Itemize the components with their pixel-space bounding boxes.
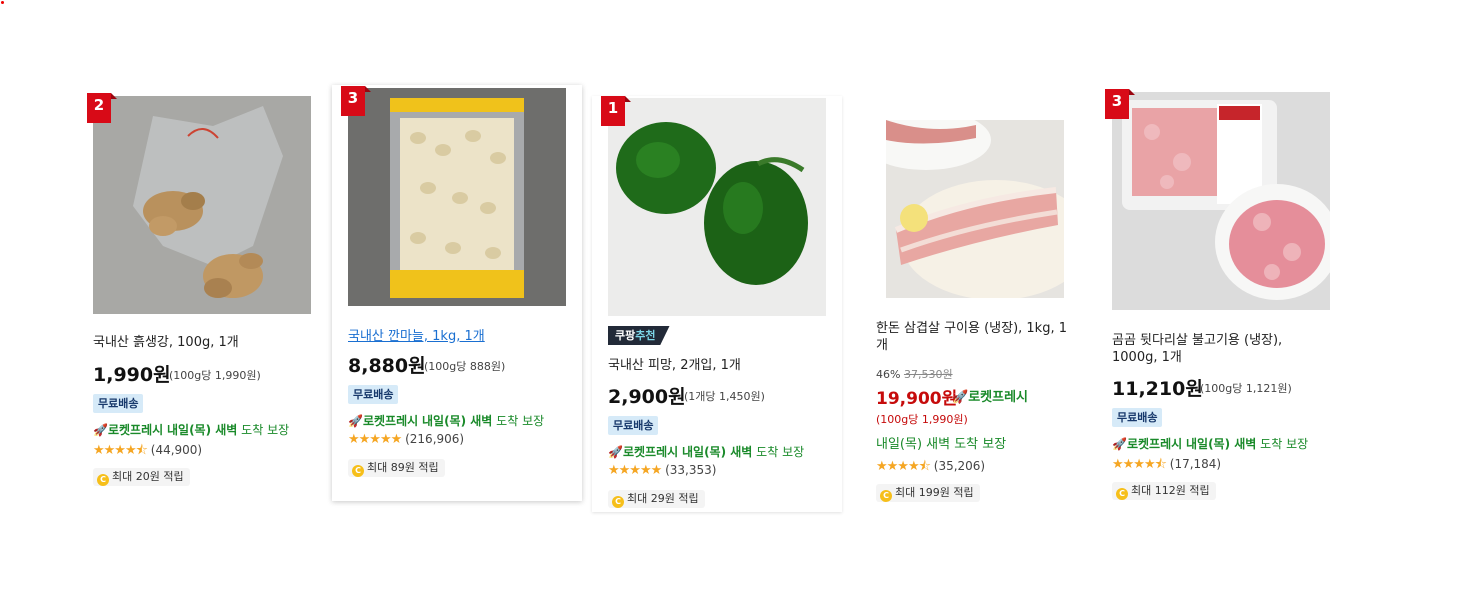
corner-dot [1,1,4,4]
unit-price: (100g당 1,121원) [1200,382,1292,395]
rocket-delivery: 🚀로켓프레시 내일(목) 새벽 도착 보장 [608,445,805,459]
recommend-badge: 쿠팡추천 [608,326,670,345]
rank-badge: 2 [87,93,117,123]
product-card-pork-belly[interactable]: 한돈 삼겹살 구이용 (냉장), 1kg, 1개 46% 37,530원 19,… [868,100,1088,510]
review-count: (44,900) [150,443,203,457]
product-image[interactable] [1112,92,1330,310]
product-name[interactable]: 곰곰 뒷다리살 불고기용 (냉장), 1000g, 1개 [1112,332,1322,366]
product-card-pepper[interactable]: 1 쿠팡추천 국내산 피망, 2개입, 1개 2,900원 (1개당 1,450… [592,96,842,512]
pepper-image [608,98,826,316]
product-price: 8,880원 [348,355,426,377]
product-name[interactable]: 국내산 피망, 2개입, 1개 [608,357,828,374]
rocket-delivery: 🚀로켓프레시 내일(목) 새벽 도착 보장 [348,414,545,428]
pork-leg-image [1112,92,1330,310]
rank-badge: 3 [341,86,371,116]
rating: ★★★★★ (216,906) [348,432,464,447]
free-shipping-badge: 무료배송 [608,416,659,435]
coin-icon: C [97,474,109,486]
unit-price: (100g당 1,990원) [169,369,261,382]
product-price: 19,900원 [876,389,958,409]
coin-icon: C [612,496,624,508]
rocket-icon: 🚀 [952,390,969,405]
review-count: (35,206) [933,459,986,473]
reward-badge: C 최대 89원 적립 [348,459,445,477]
product-image[interactable] [93,96,311,314]
star-icon: ★★★★⯪ [93,443,148,458]
product-name[interactable]: 한돈 삼겹살 구이용 (냉장), 1kg, 1개 [876,320,1078,354]
free-shipping-badge: 무료배송 [93,394,144,413]
delivery-guarantee: 내일(목) 새벽 도착 보장 [876,437,1007,452]
product-price: 11,210원 [1112,378,1203,400]
product-image[interactable] [608,98,826,316]
rocket-delivery: 🚀로켓프레시 내일(목) 새벽 도착 보장 [93,423,290,437]
product-card-garlic[interactable]: 3 국내산 깐마늘, 1kg, 1개 8,880원 (100g당 888원) 무… [332,85,582,501]
unit-price: (1개당 1,450원) [684,390,765,403]
star-icon: ★★★★⯪ [876,459,931,474]
ginger-image [93,96,311,314]
rank-badge: 1 [601,96,631,126]
rating: ★★★★⯪ (17,184) [1112,455,1221,477]
rocket-icon: 🚀 [93,423,108,437]
product-price: 1,990원 [93,364,171,386]
unit-price: (100g당 888원) [424,360,506,373]
review-count: (216,906) [405,432,465,446]
star-icon: ★★★★★ [608,463,662,478]
reward-badge: C 최대 20원 적립 [93,468,190,486]
original-price: 37,530원 [903,368,953,381]
review-count: (33,353) [665,463,717,477]
discount-rate: 46% 37,530원 [876,368,953,381]
garlic-image [348,88,566,306]
star-icon: ★★★★⯪ [1112,457,1167,472]
coin-icon: C [1116,488,1128,500]
product-image[interactable] [348,88,566,306]
rating: ★★★★⯪ (35,206) [876,457,985,479]
product-card-ginger[interactable]: 2 국내산 흙생강, 100g, 1개 1,990원 (100g당 1,990원… [80,88,320,498]
product-card-pork-leg[interactable]: 3 곰곰 뒷다리살 불고기용 (냉장), 1000g, 1개 11,210원 (… [1100,88,1340,508]
reward-badge: C 최대 112원 적립 [1112,482,1216,500]
star-icon: ★★★★★ [348,432,402,447]
rating: ★★★★⯪ (44,900) [93,441,202,463]
free-shipping-badge: 무료배송 [1112,408,1163,427]
reward-badge: C 최대 29원 적립 [608,490,705,508]
product-name[interactable]: 국내산 흙생강, 100g, 1개 [93,334,313,351]
product-price: 2,900원 [608,386,686,408]
product-image[interactable] [886,120,1064,298]
rocket-icon: 🚀 [1112,437,1127,451]
free-shipping-badge: 무료배송 [348,385,399,404]
rocket-icon: 🚀 [348,414,363,428]
rank-badge: 3 [1105,89,1135,119]
rocket-delivery: 🚀로켓프레시 [952,390,1028,405]
product-name[interactable]: 국내산 깐마늘, 1kg, 1개 [348,328,568,345]
coin-icon: C [880,490,892,502]
rocket-delivery: 🚀로켓프레시 내일(목) 새벽 도착 보장 [1112,437,1309,451]
review-count: (17,184) [1169,457,1222,471]
reward-badge: C 최대 199원 적립 [876,484,980,502]
unit-price: (100g당 1,990원) [876,413,968,426]
pork-belly-image [886,120,1064,298]
rating: ★★★★★ (33,353) [608,463,716,478]
coin-icon: C [352,465,364,477]
rocket-icon: 🚀 [608,445,623,459]
